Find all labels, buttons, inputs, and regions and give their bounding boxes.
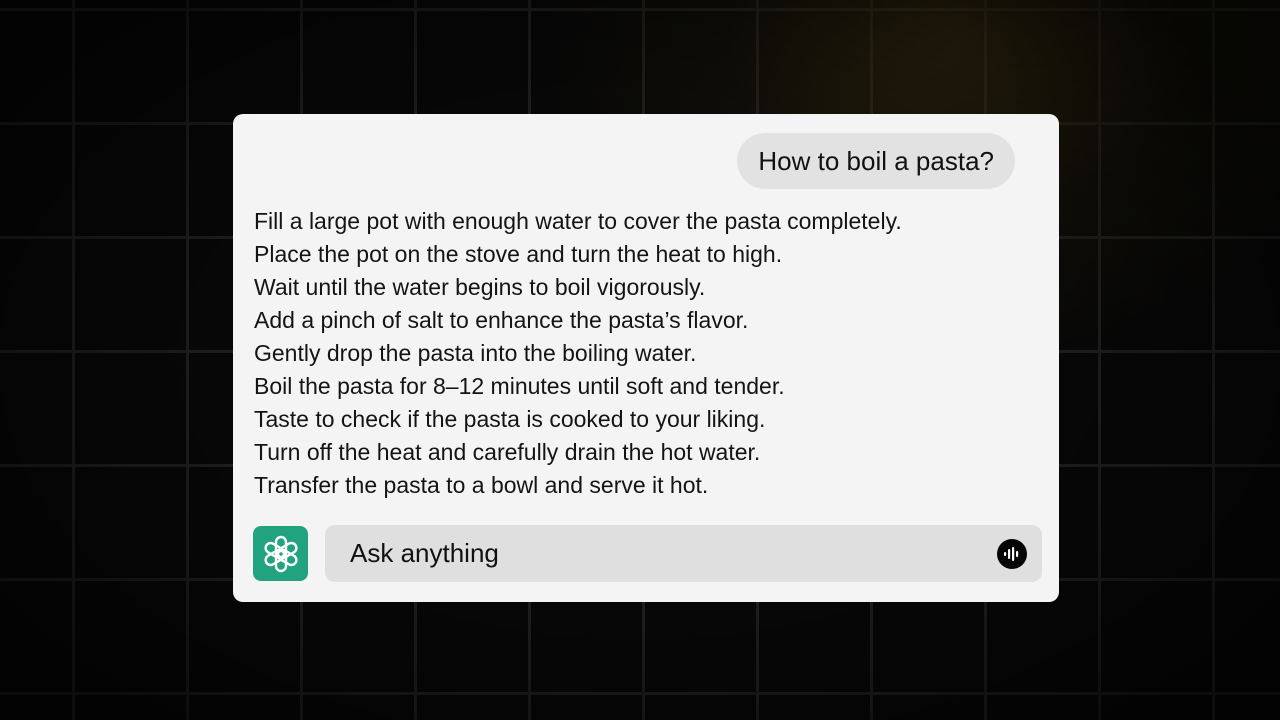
response-line: Taste to check if the pasta is cooked to…: [254, 406, 766, 432]
response-line: Wait until the water begins to boil vigo…: [254, 274, 706, 300]
response-line: Fill a large pot with enough water to co…: [254, 208, 902, 234]
openai-logo-icon: [253, 526, 308, 581]
response-line: Transfer the pasta to a bowl and serve i…: [254, 472, 709, 498]
chat-window: How to boil a pasta? Fill a large pot wi…: [233, 114, 1059, 602]
response-line: Add a pinch of salt to enhance the pasta…: [254, 307, 749, 333]
voice-mode-button[interactable]: [997, 539, 1027, 569]
voice-waveform-icon: [1004, 547, 1019, 561]
response-line: Gently drop the pasta into the boiling w…: [254, 340, 697, 366]
user-message-bubble: How to boil a pasta?: [737, 133, 1015, 189]
response-line: Boil the pasta for 8–12 minutes until so…: [254, 373, 785, 399]
prompt-input[interactable]: [350, 538, 950, 569]
response-line: Place the pot on the stove and turn the …: [254, 241, 783, 267]
assistant-response: Fill a large pot with enough water to co…: [254, 205, 902, 502]
user-message-text: How to boil a pasta?: [758, 145, 994, 176]
prompt-bar: [325, 525, 1042, 582]
response-line: Turn off the heat and carefully drain th…: [254, 439, 761, 465]
